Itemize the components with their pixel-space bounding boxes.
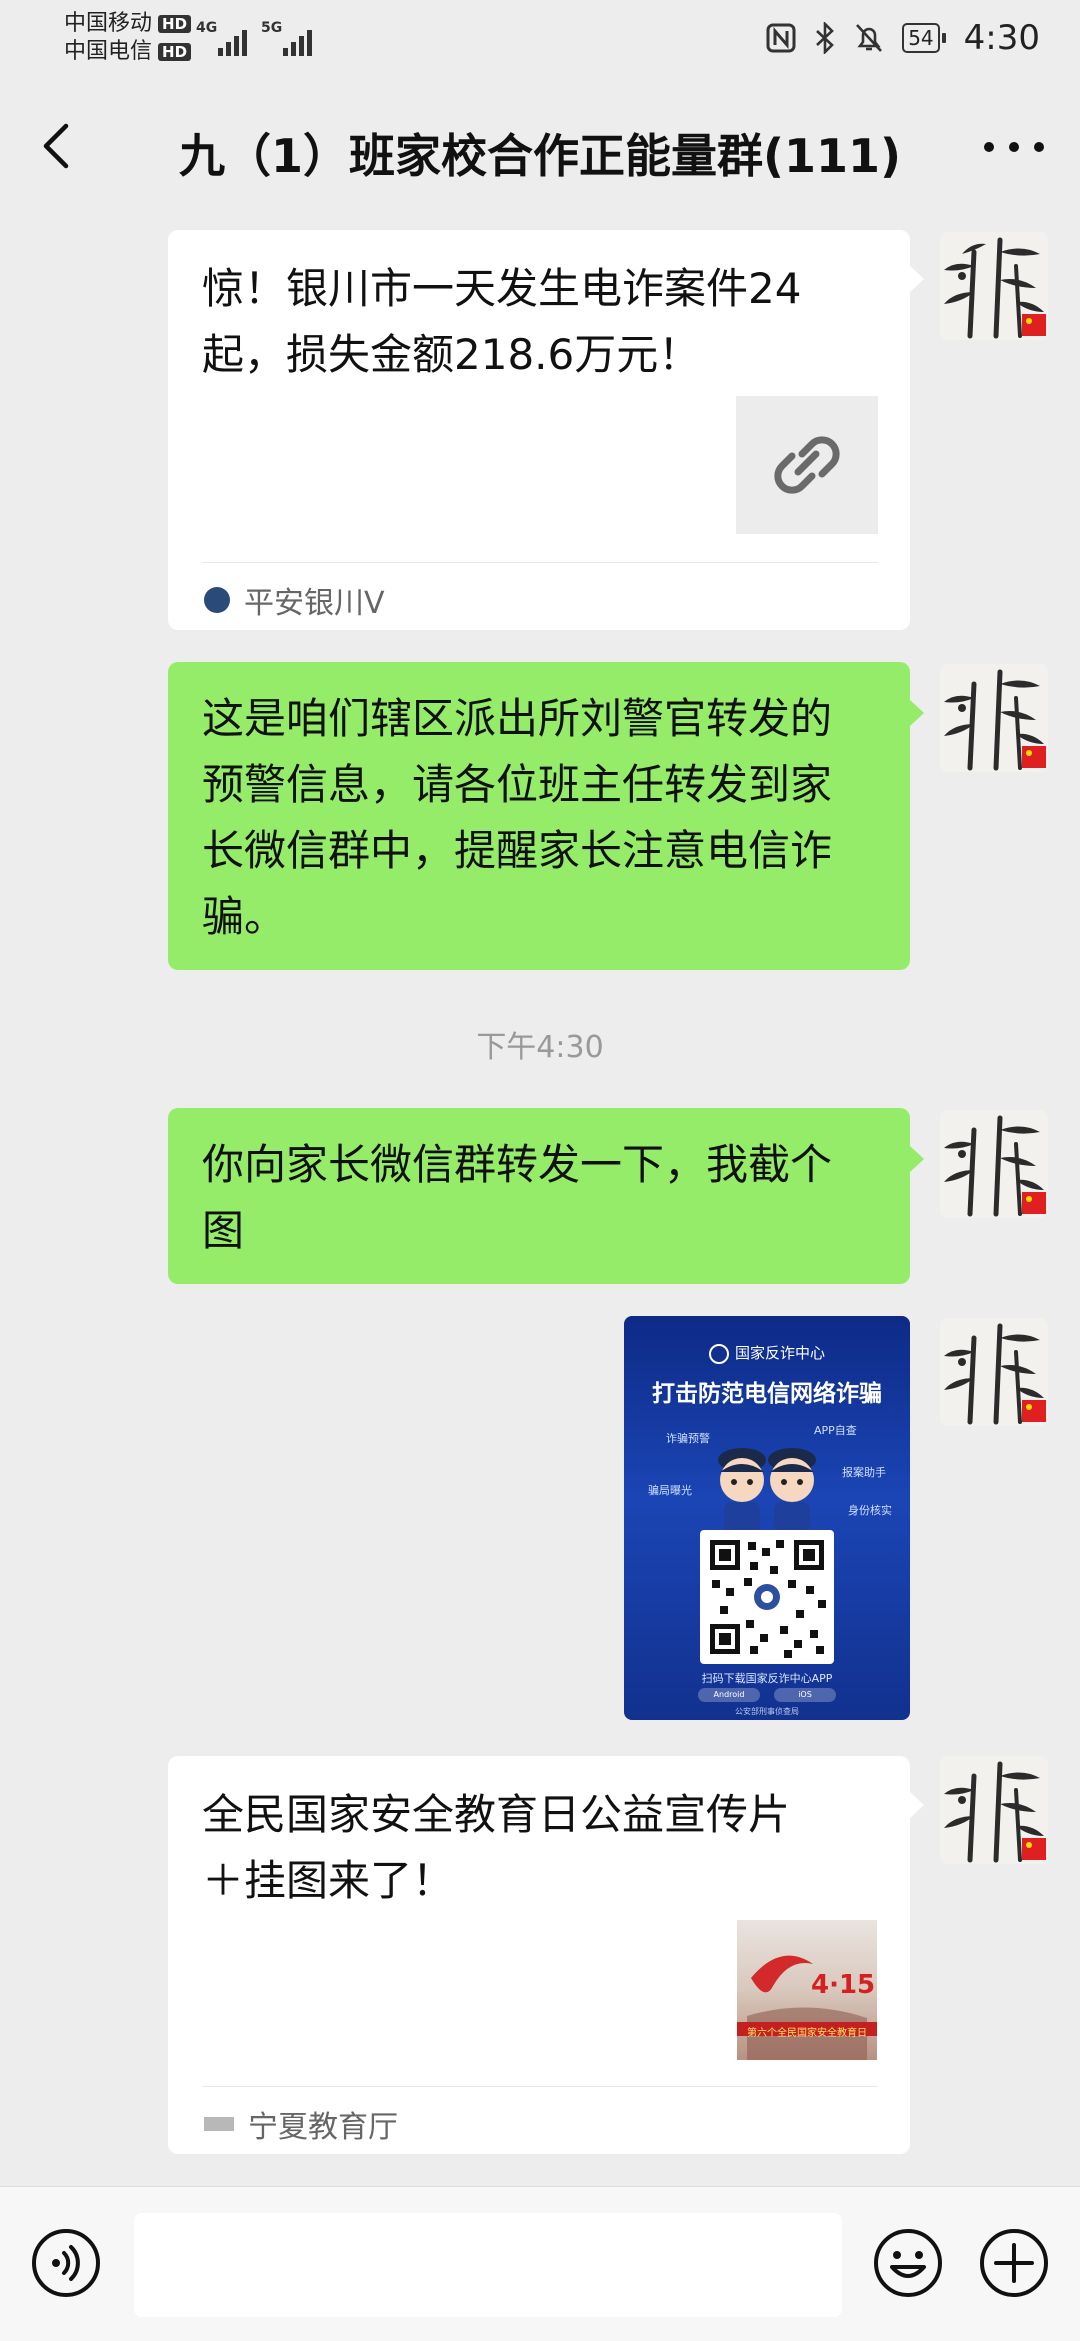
message-text: 你向家长微信群转发一下，我截个 图 bbox=[202, 1140, 833, 1255]
status-bar: 中国移动 HD 中国电信 HD 4G 5G 54 4:30 bbox=[0, 0, 1080, 78]
chat-header: 九（1）班家校合作正能量群(111) bbox=[0, 78, 1080, 216]
bubble-tail bbox=[910, 266, 924, 292]
link-icon bbox=[774, 436, 840, 494]
avatar[interactable] bbox=[940, 232, 1048, 340]
android-button: Android bbox=[698, 1688, 760, 1702]
avatar[interactable] bbox=[940, 664, 1048, 772]
poster-headline: 打击防范电信网络诈骗 bbox=[652, 1381, 882, 1407]
message-input[interactable] bbox=[134, 2213, 842, 2317]
signal-5g-icon: 5G bbox=[261, 20, 312, 56]
poster-caption: 扫码下载国家反诈中心APP bbox=[701, 1672, 833, 1685]
carrier-2: 中国电信 bbox=[64, 39, 153, 64]
avatar[interactable] bbox=[940, 1110, 1048, 1218]
battery-icon: 54 bbox=[902, 23, 946, 53]
bubble-tail bbox=[910, 1792, 924, 1818]
poster-footer: 公安部刑事侦查局 bbox=[735, 1707, 799, 1716]
poster-label: 身份核实 bbox=[848, 1504, 892, 1517]
carrier-1: 中国移动 bbox=[64, 11, 153, 36]
poster-label: 骗局曝光 bbox=[648, 1484, 692, 1497]
divider bbox=[202, 2086, 878, 2087]
article-thumbnail: 4·15 第六个全民国家安全教育日 bbox=[737, 1920, 877, 2060]
ios-button: iOS bbox=[774, 1688, 836, 1702]
bluetooth-icon bbox=[816, 22, 835, 54]
carrier-info: 中国移动 HD 中国电信 HD bbox=[64, 10, 192, 66]
avatar[interactable] bbox=[940, 1318, 1048, 1426]
input-bar bbox=[0, 2186, 1080, 2341]
link-card-title: 惊！银川市一天发生电诈案件24 起，损失金额218.6万元！ bbox=[202, 264, 802, 379]
link-thumbnail bbox=[736, 396, 878, 534]
signal-4g-icon: 4G bbox=[196, 20, 247, 56]
voice-icon[interactable] bbox=[30, 2227, 102, 2299]
hd-badge: HD bbox=[158, 15, 192, 33]
chevron-left-icon[interactable] bbox=[30, 118, 86, 174]
poster-label: 报案助手 bbox=[842, 1466, 886, 1479]
emoji-icon[interactable] bbox=[872, 2227, 944, 2299]
thumb-caption: 第六个全民国家安全教育日 bbox=[747, 2028, 867, 2039]
divider bbox=[202, 562, 878, 563]
qr-code bbox=[700, 1530, 834, 1664]
clock: 4:30 bbox=[963, 18, 1040, 58]
thumb-date: 4·15 bbox=[811, 1970, 876, 2000]
bubble-tail bbox=[910, 1146, 924, 1172]
link-source: 平安银川V bbox=[204, 578, 385, 622]
chat-title: 九（1）班家校合作正能量群(111) bbox=[178, 129, 902, 183]
source-logo-icon bbox=[204, 2117, 234, 2131]
system-icons: 54 4:30 bbox=[766, 18, 1040, 58]
police-mascot-icon bbox=[718, 1448, 816, 1534]
avatar[interactable] bbox=[940, 1756, 1048, 1864]
source-logo-icon bbox=[204, 587, 230, 613]
message-text: 这是咱们辖区派出所刘警官转发的 预警信息，请各位班主任转发到家 长微信群中，提醒… bbox=[202, 694, 833, 941]
link-card-title: 全民国家安全教育日公益宣传片 ＋挂图来了！ bbox=[202, 1790, 791, 1905]
hd-badge: HD bbox=[158, 43, 192, 61]
message-timestamp: 下午4:30 bbox=[476, 1030, 604, 1065]
link-source: 宁夏教育厅 bbox=[204, 2102, 398, 2146]
poster-label: 诈骗预警 bbox=[666, 1432, 710, 1445]
signal-indicators: 4G 5G bbox=[196, 20, 312, 56]
more-dots-icon[interactable] bbox=[984, 122, 1044, 172]
image-message[interactable]: 国家反诈中心 打击防范电信网络诈骗 诈骗预警 APP自查 报案助手 骗局曝光 身… bbox=[624, 1316, 910, 1720]
poster-org: 国家反诈中心 bbox=[624, 1342, 910, 1364]
plus-icon[interactable] bbox=[978, 2227, 1050, 2299]
bubble-tail bbox=[910, 700, 924, 726]
nfc-icon bbox=[766, 23, 796, 53]
mute-bell-icon bbox=[856, 24, 883, 52]
